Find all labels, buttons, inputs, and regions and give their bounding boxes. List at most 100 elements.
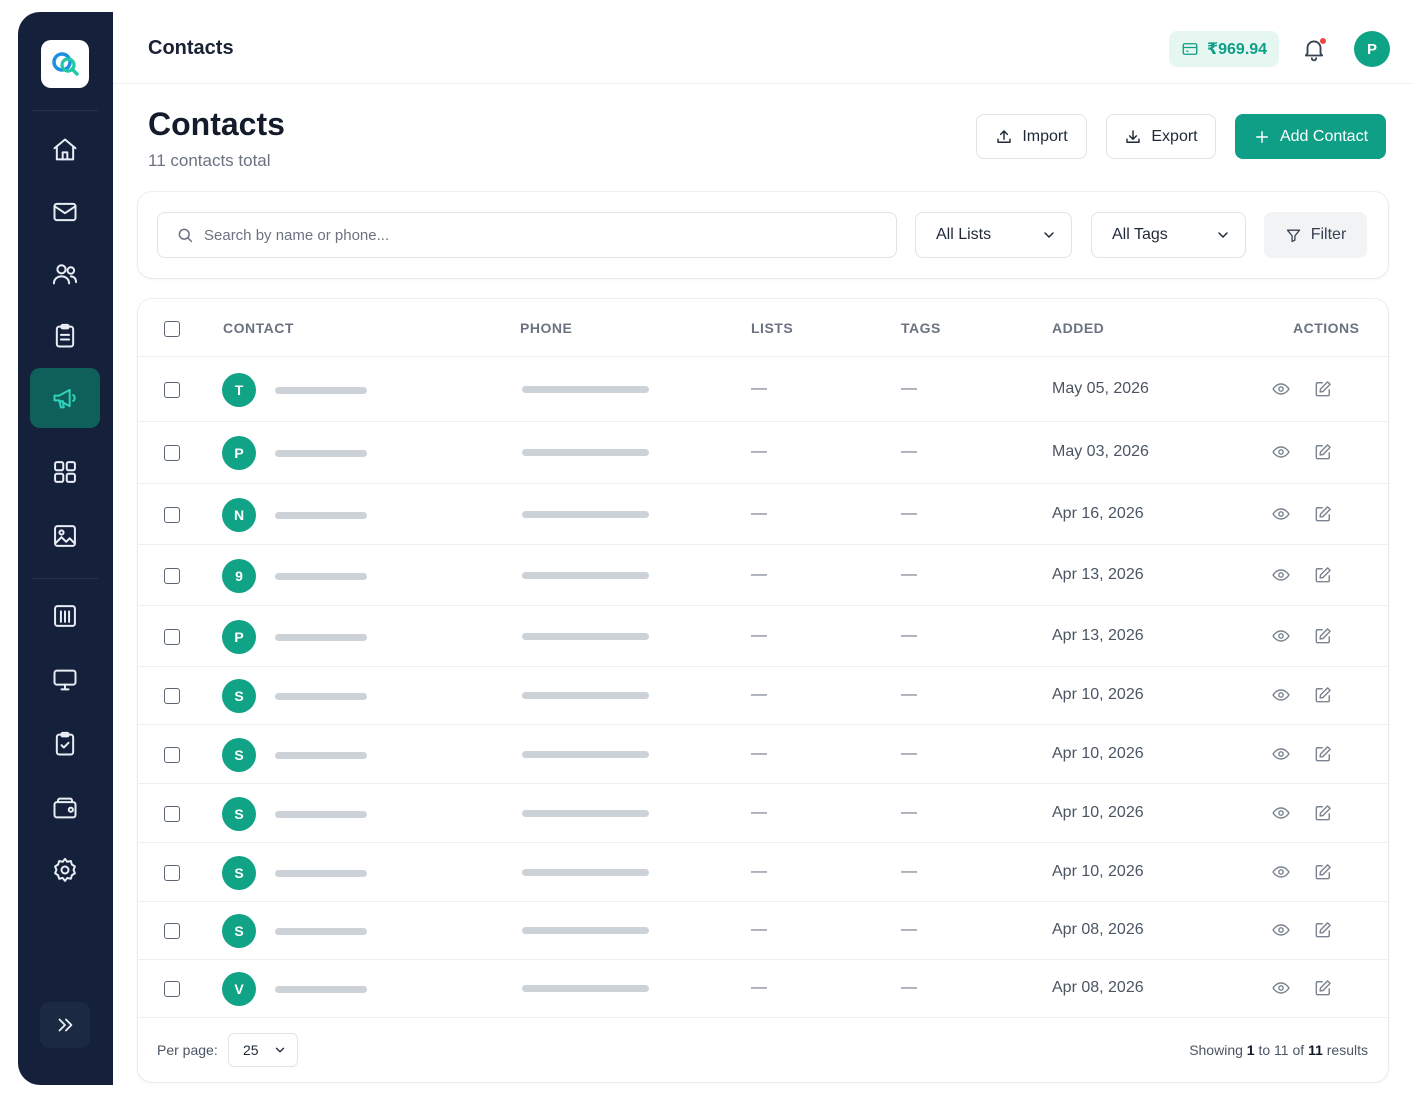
nav-campaigns[interactable] <box>30 368 100 428</box>
view-button[interactable] <box>1271 442 1293 464</box>
contact-avatar[interactable]: V <box>222 972 256 1006</box>
nav-wallet[interactable] <box>30 778 100 838</box>
phone-placeholder <box>522 511 649 518</box>
row-checkbox[interactable] <box>164 445 180 461</box>
view-button[interactable] <box>1271 565 1293 587</box>
contact-name-placeholder[interactable] <box>275 986 367 993</box>
contact-name-placeholder[interactable] <box>275 811 367 818</box>
nav-tasks[interactable] <box>30 714 100 774</box>
contact-avatar[interactable]: T <box>222 373 256 407</box>
row-checkbox[interactable] <box>164 865 180 881</box>
edit-icon <box>1315 444 1331 460</box>
contact-name-placeholder[interactable] <box>275 387 367 394</box>
contact-name-placeholder[interactable] <box>275 512 367 519</box>
nav-analytics[interactable] <box>30 586 100 646</box>
nav-contacts[interactable] <box>30 244 100 304</box>
lists-cell: — <box>751 505 767 522</box>
view-button[interactable] <box>1271 504 1293 526</box>
contact-avatar[interactable]: P <box>222 620 256 654</box>
topbar-title: Contacts <box>148 37 234 59</box>
search-box[interactable] <box>157 212 897 258</box>
contact-avatar[interactable]: S <box>222 914 256 948</box>
lists-cell: — <box>751 686 767 703</box>
nav-home[interactable] <box>30 120 100 180</box>
contact-name-placeholder[interactable] <box>275 693 367 700</box>
sidebar-expand-button[interactable] <box>40 1002 90 1048</box>
select-all-checkbox[interactable] <box>164 321 180 337</box>
contact-avatar[interactable]: S <box>222 679 256 713</box>
contact-name-placeholder[interactable] <box>275 752 367 759</box>
contact-avatar[interactable]: S <box>222 797 256 831</box>
user-avatar[interactable]: P <box>1354 31 1390 67</box>
edit-button[interactable] <box>1313 442 1335 464</box>
add-contact-button[interactable]: Add Contact <box>1235 114 1386 159</box>
phone-placeholder <box>522 386 649 393</box>
lists-select[interactable]: All Lists <box>915 212 1072 258</box>
view-button[interactable] <box>1271 685 1293 707</box>
per-page-select[interactable]: 25 <box>228 1033 298 1067</box>
edit-button[interactable] <box>1313 379 1335 401</box>
row-checkbox[interactable] <box>164 806 180 822</box>
row-checkbox[interactable] <box>164 629 180 645</box>
contact-name-placeholder[interactable] <box>275 573 367 580</box>
import-button[interactable]: Import <box>976 114 1087 159</box>
row-checkbox[interactable] <box>164 382 180 398</box>
top-bar: Contacts ₹969.94 P <box>113 12 1412 84</box>
view-button[interactable] <box>1271 626 1293 648</box>
edit-button[interactable] <box>1313 685 1335 707</box>
edit-button[interactable] <box>1313 744 1335 766</box>
row-checkbox[interactable] <box>164 688 180 704</box>
sidebar <box>18 12 113 1085</box>
nav-devices[interactable] <box>30 650 100 710</box>
tags-cell: — <box>901 921 917 938</box>
edit-button[interactable] <box>1313 920 1335 942</box>
contact-avatar[interactable]: P <box>222 436 256 470</box>
contact-avatar[interactable]: S <box>222 856 256 890</box>
edit-icon <box>1315 805 1331 821</box>
contact-name-placeholder[interactable] <box>275 870 367 877</box>
view-button[interactable] <box>1271 744 1293 766</box>
view-button[interactable] <box>1271 920 1293 942</box>
row-checkbox[interactable] <box>164 981 180 997</box>
export-button[interactable]: Export <box>1106 114 1216 159</box>
app-logo[interactable] <box>41 40 89 88</box>
edit-button[interactable] <box>1313 626 1335 648</box>
filter-button[interactable]: Filter <box>1264 212 1367 258</box>
search-input[interactable] <box>204 226 844 244</box>
tags-cell: — <box>901 627 917 644</box>
eye-icon <box>1272 569 1290 581</box>
edit-button[interactable] <box>1313 565 1335 587</box>
contact-name-placeholder[interactable] <box>275 450 367 457</box>
edit-button[interactable] <box>1313 803 1335 825</box>
row-checkbox[interactable] <box>164 568 180 584</box>
edit-button[interactable] <box>1313 862 1335 884</box>
view-button[interactable] <box>1271 978 1293 1000</box>
contact-name-placeholder[interactable] <box>275 928 367 935</box>
nav-media[interactable] <box>30 506 100 566</box>
upload-icon <box>997 129 1012 143</box>
search-icon <box>178 228 193 243</box>
view-button[interactable] <box>1271 862 1293 884</box>
view-button[interactable] <box>1271 379 1293 401</box>
tags-cell: — <box>901 566 917 583</box>
nav-templates[interactable] <box>30 306 100 366</box>
nav-messages[interactable] <box>30 182 100 242</box>
contact-name-placeholder[interactable] <box>275 634 367 641</box>
edit-button[interactable] <box>1313 978 1335 1000</box>
balance-amount: ₹969.94 <box>1207 41 1268 58</box>
edit-icon <box>1315 506 1331 522</box>
tags-select[interactable]: All Tags <box>1091 212 1246 258</box>
nav-settings[interactable] <box>30 840 100 900</box>
column-header-phone: PHONE <box>520 320 573 336</box>
row-checkbox[interactable] <box>164 507 180 523</box>
edit-button[interactable] <box>1313 504 1335 526</box>
contact-avatar[interactable]: S <box>222 738 256 772</box>
view-button[interactable] <box>1271 803 1293 825</box>
wallet-balance-badge[interactable]: ₹969.94 <box>1169 31 1280 67</box>
notifications-button[interactable] <box>1301 36 1329 64</box>
row-checkbox[interactable] <box>164 923 180 939</box>
nav-apps[interactable] <box>30 442 100 502</box>
contact-avatar[interactable]: 9 <box>222 559 256 593</box>
contact-avatar[interactable]: N <box>222 498 256 532</box>
row-checkbox[interactable] <box>164 747 180 763</box>
